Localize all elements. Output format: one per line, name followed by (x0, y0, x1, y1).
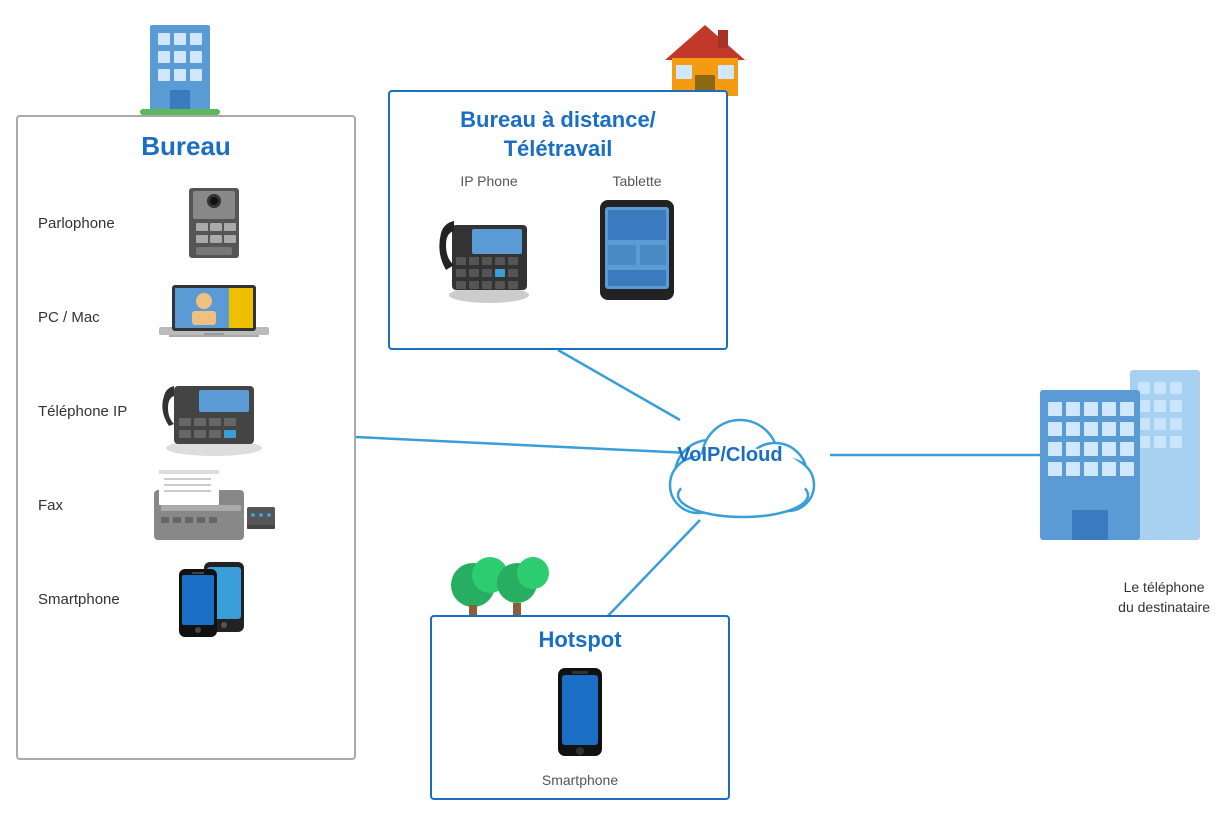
fax-icon (144, 465, 284, 545)
hotspot-smartphone-label: Smartphone (542, 772, 618, 788)
remote-title: Bureau à distance/ Télétravail (390, 106, 726, 163)
tel-ip-icon (144, 366, 284, 456)
remote-item-tablet: Tablette (592, 173, 682, 310)
voip-cloud: VoIP/Cloud (630, 390, 830, 520)
remote-tablet-label: Tablette (612, 173, 661, 189)
bureau-item-smartphone: Smartphone (38, 554, 334, 644)
hotspot-smartphone-icon (550, 663, 610, 768)
destinataire-box: Le téléphone du destinataire (1118, 360, 1210, 617)
parlophone-icon (144, 183, 284, 263)
smartphone-icon (144, 557, 284, 642)
bureau-item-parlophone: Parlophone (38, 178, 334, 268)
bureau-item-pc: PC / Mac (38, 272, 334, 362)
hotspot-items: Smartphone (432, 663, 728, 788)
hotspot-item-smartphone: Smartphone (542, 663, 618, 788)
voip-label: VoIP/Cloud (677, 444, 782, 467)
parlophone-label: Parlophone (38, 215, 128, 232)
smartphone-label: Smartphone (38, 591, 128, 608)
remote-tablet-icon (592, 195, 682, 310)
pc-label: PC / Mac (38, 309, 128, 326)
hotspot-box: Hotspot Smartphone (430, 615, 730, 800)
pc-icon (144, 277, 284, 357)
bureau-item-tel-ip: Téléphone IP (38, 366, 334, 456)
bureau-items: Parlophone (18, 170, 354, 652)
bureau-item-fax: Fax (38, 460, 334, 550)
bureau-title: Bureau (18, 131, 354, 162)
remote-ip-phone-icon (434, 195, 544, 310)
bureau-box: Bureau Parlophone (16, 115, 356, 760)
remote-items: IP Phone (390, 173, 726, 310)
remote-item-ip-phone: IP Phone (434, 173, 544, 310)
remote-box: Bureau à distance/ Télétravail IP Phone (388, 90, 728, 350)
tel-ip-label: Téléphone IP (38, 403, 128, 420)
destinataire-label: Le téléphone du destinataire (1118, 578, 1210, 617)
building-bureau-icon (130, 5, 230, 120)
hotspot-title: Hotspot (432, 627, 728, 653)
fax-label: Fax (38, 497, 128, 514)
remote-ip-phone-label: IP Phone (460, 173, 517, 189)
